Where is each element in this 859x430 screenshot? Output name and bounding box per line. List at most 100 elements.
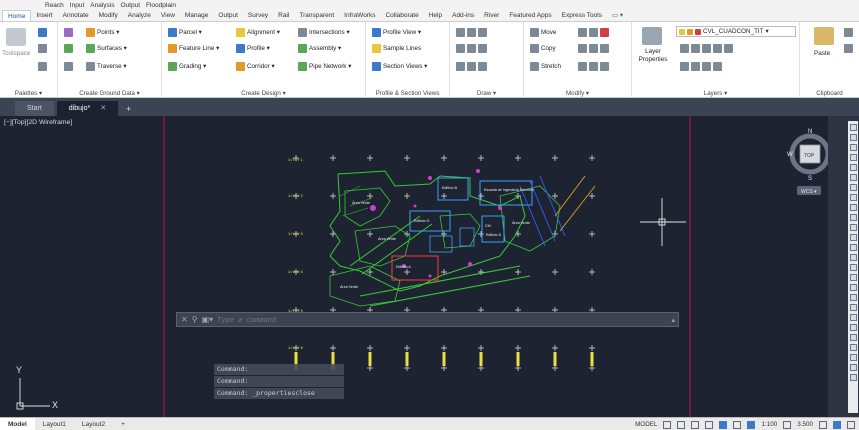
customize-icon[interactable]: ⚲ — [192, 315, 198, 324]
layer-tool-8-icon[interactable] — [702, 62, 711, 71]
polygon-icon[interactable] — [456, 62, 465, 71]
isolate-icon[interactable] — [819, 420, 827, 429]
trim-icon[interactable] — [589, 28, 598, 37]
copy-button[interactable]: Copy — [530, 44, 556, 53]
points-button[interactable]: Points ▾ — [86, 28, 119, 37]
tab-modify[interactable]: Modify — [94, 10, 123, 21]
menu-floodplain[interactable]: Floodplain — [146, 2, 176, 9]
tab-layout2[interactable]: Layout2 — [74, 418, 113, 430]
layer-tool-1-icon[interactable] — [680, 44, 689, 53]
showmotion-icon[interactable] — [849, 164, 857, 171]
nav-tool-17-icon[interactable] — [849, 284, 857, 291]
rotate-icon[interactable] — [578, 28, 587, 37]
ground-panel-title[interactable]: Create Ground Data ▾ — [58, 90, 161, 97]
menu-input[interactable]: Input — [70, 2, 84, 9]
nav-tool-11-icon[interactable] — [849, 224, 857, 231]
grading-button[interactable]: Grading ▾ — [168, 62, 206, 71]
polyline-icon[interactable] — [467, 28, 476, 37]
layers-panel-title[interactable]: Layers ▾ — [632, 90, 799, 97]
layer-dropdown[interactable]: CVL_CUADCON_TIT ▾ — [676, 26, 796, 37]
nav-tool-13-icon[interactable] — [849, 244, 857, 251]
nav-tool-23-icon[interactable] — [849, 344, 857, 351]
nav-tool-22-icon[interactable] — [849, 334, 857, 341]
nav-tool-20-icon[interactable] — [849, 314, 857, 321]
layer-tool-5-icon[interactable] — [724, 44, 733, 53]
drawing-canvas[interactable]: [−][Top][2D Wireframe] Edificio B Escuel… — [0, 116, 828, 417]
tab-analyze[interactable]: Analyze — [123, 10, 156, 21]
nav-tool-24-icon[interactable] — [849, 354, 857, 361]
layer-tool-4-icon[interactable] — [713, 44, 722, 53]
traverse-button[interactable]: Traverse ▾ — [86, 62, 127, 71]
profile-view-button[interactable]: Profile View ▾ — [372, 28, 421, 37]
tab-infraworks[interactable]: InfraWorks — [339, 10, 380, 21]
nav-tool-18-icon[interactable] — [849, 294, 857, 301]
nav-tool-6-icon[interactable] — [849, 174, 857, 181]
tab-rail[interactable]: Rail — [273, 10, 294, 21]
tab-layout1[interactable]: Layout1 — [35, 418, 74, 430]
tab-collaborate[interactable]: Collaborate — [380, 10, 423, 21]
viewcube-top[interactable]: TOP — [804, 153, 815, 159]
offset-icon[interactable] — [600, 62, 609, 71]
layer-tool-9-icon[interactable] — [713, 62, 722, 71]
profile-button[interactable]: Profile ▾ — [236, 44, 270, 53]
close-icon[interactable]: ✕ — [100, 105, 106, 112]
expand-history-icon[interactable]: ▴ — [671, 316, 678, 324]
tool-palettes-icon[interactable] — [38, 44, 47, 53]
annotation-scale[interactable]: 1:100 — [761, 421, 777, 428]
tab-featured-apps[interactable]: Featured Apps — [504, 10, 556, 21]
osnap-toggle-icon[interactable] — [719, 420, 728, 429]
sample-lines-button[interactable]: Sample Lines — [372, 44, 421, 53]
nav-tool-12-icon[interactable] — [849, 234, 857, 241]
orbit-icon[interactable] — [849, 144, 857, 151]
viewcube-w[interactable]: W — [787, 152, 793, 158]
command-input[interactable] — [217, 315, 668, 324]
properties-icon[interactable] — [38, 28, 47, 37]
clipboard-icon[interactable] — [814, 27, 834, 45]
steering-wheel-icon[interactable] — [849, 154, 857, 161]
fillet-icon[interactable] — [589, 44, 598, 53]
nav-tool-21-icon[interactable] — [849, 324, 857, 331]
wcs-dropdown[interactable]: WCS ▾ — [801, 189, 817, 195]
snap-toggle-icon[interactable] — [677, 420, 686, 429]
array-icon[interactable] — [589, 62, 598, 71]
grid-icon[interactable] — [64, 62, 73, 71]
explode-icon[interactable] — [600, 44, 609, 53]
model-space-button[interactable]: MODEL — [635, 421, 657, 428]
status-value[interactable]: 3.500 — [797, 421, 813, 428]
section-views-button[interactable]: Section Views ▾ — [372, 62, 427, 71]
nav-tool-7-icon[interactable] — [849, 184, 857, 191]
layer-properties-icon[interactable] — [642, 27, 662, 45]
otrack-toggle-icon[interactable] — [733, 420, 742, 429]
corridor-button[interactable]: Corridor ▾ — [236, 62, 275, 71]
move-button[interactable]: Move — [530, 28, 556, 37]
nav-tool-14-icon[interactable] — [849, 254, 857, 261]
import-icon[interactable] — [64, 44, 73, 53]
nav-tool-19-icon[interactable] — [849, 304, 857, 311]
tab-annotate[interactable]: Annotate — [58, 10, 94, 21]
menu-analysis[interactable]: Analysis — [90, 2, 114, 9]
tab-model[interactable]: Model — [0, 417, 35, 430]
tab-transparent[interactable]: Transparent — [294, 10, 339, 21]
workspace-icon[interactable] — [783, 420, 792, 429]
draw-panel-title[interactable]: Draw ▾ — [450, 90, 523, 97]
survey-icon[interactable] — [64, 28, 73, 37]
stretch-button[interactable]: Stretch — [530, 62, 561, 71]
tab-help[interactable]: Help — [424, 10, 447, 21]
mirror-icon[interactable] — [578, 44, 587, 53]
modify-panel-title[interactable]: Modify ▾ — [524, 90, 631, 97]
line-icon[interactable] — [456, 28, 465, 37]
tab-express-tools[interactable]: Express Tools — [557, 10, 607, 21]
tab-start[interactable]: Start — [15, 101, 54, 116]
layer-tool-6-icon[interactable] — [680, 62, 689, 71]
close-command-line-icon[interactable]: ✕ — [181, 315, 188, 324]
hatch-icon[interactable] — [478, 62, 487, 71]
tab-dibujo[interactable]: dibujo* ✕ — [56, 101, 119, 116]
tab-output[interactable]: Output — [213, 10, 243, 21]
assembly-button[interactable]: Assembly ▾ — [298, 44, 341, 53]
tab-manage[interactable]: Manage — [180, 10, 214, 21]
pan-icon[interactable] — [849, 124, 857, 131]
ribbon-minimize-toggle[interactable]: ▭ ▾ — [607, 10, 628, 21]
hardware-acceleration-icon[interactable] — [833, 420, 841, 429]
palettes-panel-title[interactable]: Palettes ▾ — [0, 90, 57, 97]
viewcube-n[interactable]: N — [808, 129, 812, 135]
